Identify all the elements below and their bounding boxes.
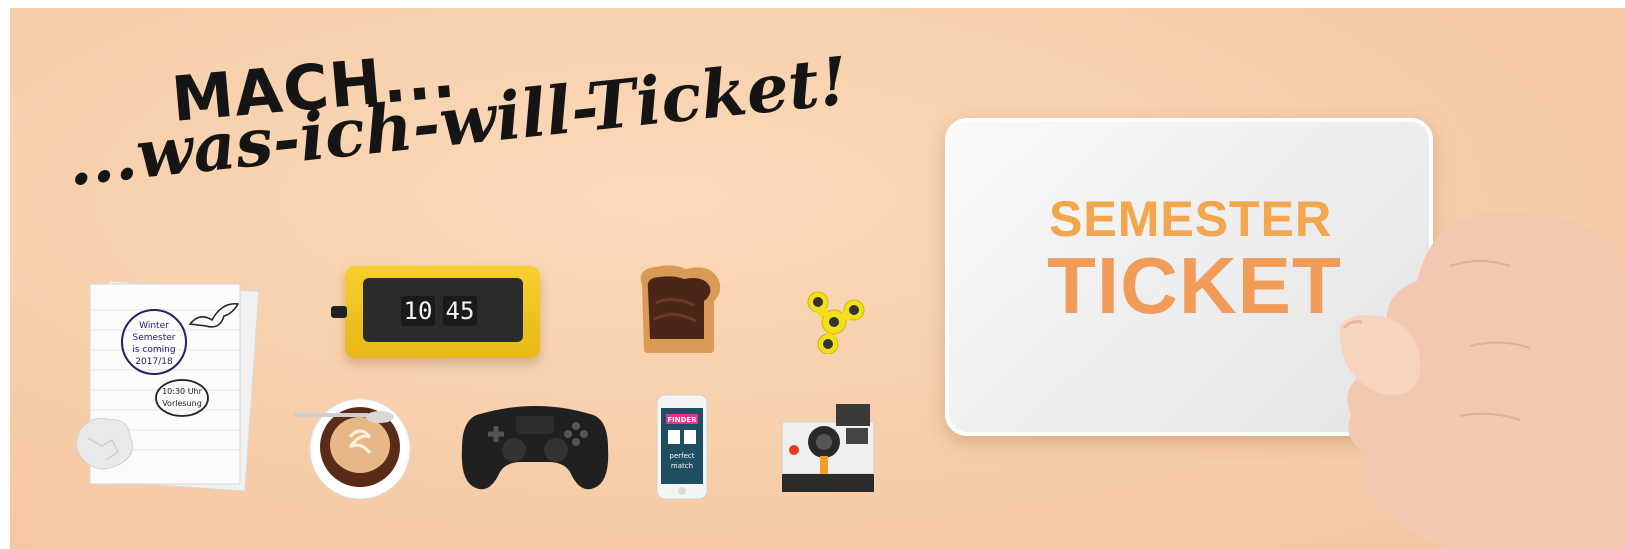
coffee-cup-image [290,393,420,507]
hero-banner: MACH... ...was-ich-will-Ticket! Winter S… [10,8,1625,549]
notes-oval-line-2: Vorlesung [162,399,202,408]
phone-caption-line-1: perfect [670,452,695,460]
clock-minute: 45 [443,296,477,326]
notebook-pages-image: Winter Semester is coming 2017/18 10:30 … [72,280,262,499]
hand-image [1300,206,1625,549]
clock-hour: 10 [401,296,435,326]
instant-camera-image [778,398,878,502]
clock-face: 10 45 [363,278,523,342]
fidget-spinner-image [802,290,866,358]
notes-circle-line-1: Winter [139,321,169,331]
game-controller-image [460,396,610,500]
nutella-toast-image [634,263,726,359]
flip-clock-image: 10 45 [331,266,540,358]
smartphone-image: FINDER perfect match [656,394,708,504]
ticket-title-ticket: TICKET [1047,241,1342,330]
notes-circle-line-4: 2017/18 [135,357,173,367]
clock-knob [331,306,347,318]
notes-oval-line-1: 10:30 Uhr [162,387,203,396]
notes-circle-line-3: is coming [132,345,175,355]
phone-app-title: FINDER [667,416,697,424]
phone-caption-line-2: match [671,462,693,470]
notes-circle-line-2: Semester [132,333,175,343]
